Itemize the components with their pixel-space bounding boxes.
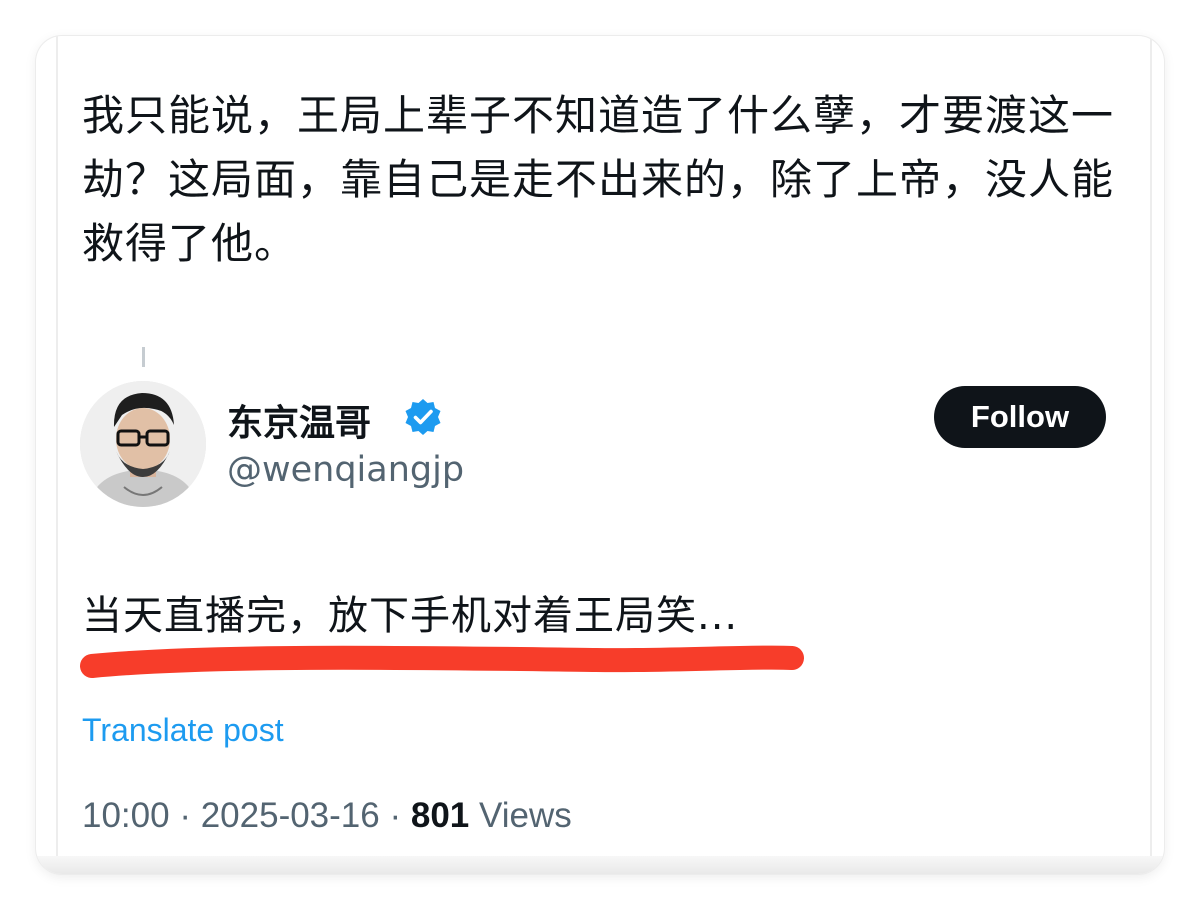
post-time[interactable]: 10:00 — [82, 796, 170, 835]
translate-post-link[interactable]: Translate post — [82, 712, 284, 749]
author-display-name[interactable]: 东京温哥 — [227, 394, 371, 446]
quoted-comment-text: 我只能说，王局上辈子不知道造了什么孽，才要渡这一劫？这局面，靠自己是走不出来的，… — [82, 91, 1115, 268]
card-left-border — [56, 36, 58, 874]
meta-separator: · — [379, 796, 411, 835]
avatar-image — [80, 381, 206, 507]
card-right-border — [1150, 36, 1152, 874]
red-underline-annotation — [80, 645, 804, 678]
views-label: Views — [469, 796, 572, 835]
post-metadata: 10:00 · 2025-03-16 · 801 Views — [82, 796, 572, 836]
post-date[interactable]: 2025-03-16 — [201, 796, 380, 835]
thread-connector-line — [142, 347, 145, 367]
post-text: 当天直播完，放下手机对着王局笑... — [82, 593, 739, 639]
author-handle[interactable]: @wenqiangjp — [227, 450, 464, 490]
views-count: 801 — [410, 796, 470, 835]
meta-separator: · — [169, 796, 201, 835]
verified-badge-icon — [403, 397, 443, 437]
author-avatar[interactable] — [80, 381, 206, 507]
follow-button[interactable]: Follow — [934, 386, 1106, 448]
card-bottom-shadow — [36, 856, 1164, 874]
post-card: 我只能说，王局上辈子不知道造了什么孽，才要渡这一劫？这局面，靠自己是走不出来的，… — [36, 36, 1164, 874]
